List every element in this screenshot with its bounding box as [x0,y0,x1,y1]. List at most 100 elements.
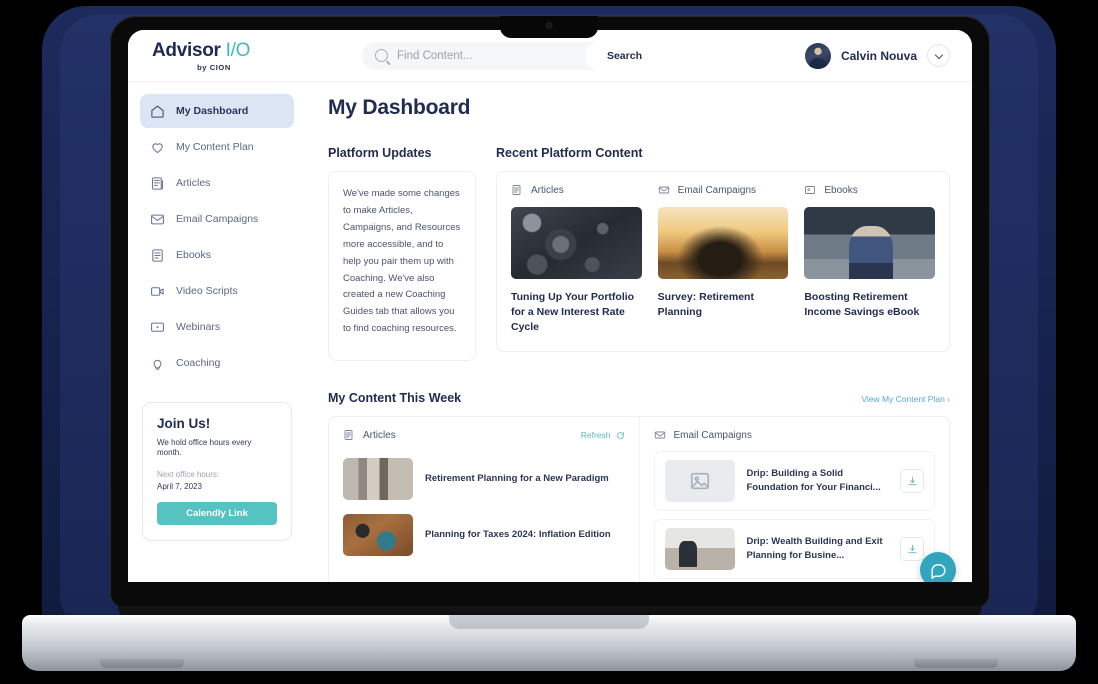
home-icon [150,104,165,119]
content-thumbnail[interactable] [511,207,642,279]
envelope-icon [654,429,666,441]
envelope-icon [658,184,670,196]
my-content-week-heading: My Content This Week [328,391,462,405]
app-body: My Dashboard My Content Plan Articles Em… [128,82,972,582]
list-item[interactable]: Retirement Planning for a New Paradigm [343,451,625,507]
join-us-subtitle: We hold office hours every month. [157,438,252,458]
list-item[interactable]: Planning for Taxes 2024: Inflation Editi… [343,507,625,563]
sidebar-item-label: My Dashboard [176,105,249,117]
logo-word-io: I/O [225,40,251,61]
sidebar-item-label: My Content Plan [176,141,254,153]
chat-bubble-icon [930,563,946,579]
recent-column-email-campaigns: Email Campaigns Survey: Retirement Plann… [657,184,789,335]
avatar [804,42,831,69]
item-title: Drip: Wealth Building and Exit Planning … [746,536,883,561]
article-icon [511,184,523,196]
item-thumbnail [664,528,735,570]
ebook-icon [804,184,816,196]
search-bar: Search [362,41,664,70]
content-thumbnail[interactable] [657,207,789,279]
dashboard-top-row: Platform Updates We've made some changes… [328,146,950,361]
week-column-label: Email Campaigns [673,429,752,441]
refresh-label: Refresh [580,430,611,440]
content-thumbnail[interactable] [804,207,936,279]
recent-content-title[interactable]: Tuning Up Your Portfolio for a New Inter… [511,290,642,335]
video-icon [150,284,165,299]
heart-icon [150,140,165,155]
logo-word-advisor: Advisor [152,40,221,61]
search-icon [375,49,388,62]
week-column-articles: Articles Refresh Retirement Planning for… [329,417,639,582]
sidebar-item-label: Articles [176,177,211,189]
item-title: Retirement Planning for a New Paradigm [425,473,609,485]
platform-updates-heading: Platform Updates [328,146,432,160]
item-thumbnail [343,514,413,556]
week-column-label: Articles [363,429,396,441]
download-button[interactable] [900,469,924,493]
calendly-link-button[interactable]: Calendly Link [157,501,277,525]
sidebar-item-label: Ebooks [176,249,212,261]
item-thumbnail [343,458,413,500]
download-button[interactable] [900,537,924,561]
image-placeholder-icon [664,460,735,502]
sidebar-item-video-scripts[interactable]: Video Scripts [140,274,294,308]
week-column-email-campaigns: Email Campaigns Drip: Building a Solid F… [638,417,950,582]
sidebar-item-label: Email Campaigns [176,213,259,225]
recent-content-title[interactable]: Boosting Retirement Income Savings eBook [804,290,935,320]
platform-updates-body: We've made some changes to make Articles… [343,188,461,335]
refresh-button[interactable]: Refresh [581,430,625,440]
logo-tagline: by CION [197,63,231,72]
recent-column-ebooks: Ebooks Boosting Retirement Income Saving… [804,184,936,335]
list-item[interactable]: Drip: Wealth Building and Exit Planning … [653,519,935,579]
sidebar-item-label: Webinars [176,321,221,333]
refresh-icon [616,431,625,440]
chat-bubble-button[interactable] [920,552,956,582]
my-content-week-header: My Content This Week View My Content Pla… [328,391,950,405]
platform-updates-section: Platform Updates We've made some changes… [328,146,476,361]
laptop-base [22,615,1076,671]
recent-platform-content-heading: Recent Platform Content [496,146,643,160]
laptop-mockup: Advisor I/O by CION Search Calvin Nouva [0,0,1098,684]
article-icon [150,176,165,191]
main-content: My Dashboard Platform Updates We've made… [304,82,972,582]
camera-icon [545,22,553,29]
list-item[interactable]: Drip: Building a Solid Foundation for Yo… [653,451,935,511]
sidebar-item-webinars[interactable]: Webinars [140,310,294,344]
recent-column-articles: Articles Tuning Up Your Portfolio for a … [511,184,642,335]
page-title: My Dashboard [328,96,471,119]
view-my-content-plan-link[interactable]: View My Content Plan › [861,394,950,404]
laptop-base-notch [449,615,649,629]
lightbulb-icon [150,356,165,371]
recent-platform-content-panel: Articles Tuning Up Your Portfolio for a … [496,171,950,352]
envelope-icon [150,212,165,227]
recent-column-label: Articles [531,184,564,196]
chevron-down-icon [934,50,943,59]
user-dropdown-button[interactable] [927,44,950,67]
app-logo[interactable]: Advisor I/O by CION [152,39,298,72]
item-title: Drip: Building a Solid Foundation for Yo… [746,468,881,493]
next-office-hours-label: Next office hours: [157,469,220,479]
search-button[interactable]: Search [584,41,664,70]
recent-column-label: Email Campaigns [677,184,757,196]
article-icon [343,429,355,441]
sidebar-item-coaching[interactable]: Coaching [140,346,294,380]
sidebar-item-articles[interactable]: Articles [140,166,294,200]
sidebar-item-my-dashboard[interactable]: My Dashboard [140,94,294,128]
item-title: Planning for Taxes 2024: Inflation Editi… [425,529,611,541]
sidebar-item-my-content-plan[interactable]: My Content Plan [140,130,294,164]
sidebar-item-ebooks[interactable]: Ebooks [140,238,294,272]
app-screen: Advisor I/O by CION Search Calvin Nouva [128,30,972,582]
recent-column-label: Ebooks [824,184,858,196]
next-office-hours-date: April 7, 2023 [157,481,202,491]
sidebar-item-email-campaigns[interactable]: Email Campaigns [140,202,294,236]
webinar-icon [150,320,165,335]
join-us-title: Join Us! [157,416,211,431]
recent-content-title[interactable]: Survey: Retirement Planning [658,290,789,320]
screen-notch [500,16,598,38]
platform-updates-panel: We've made some changes to make Articles… [328,171,476,361]
sidebar-item-label: Coaching [176,357,221,369]
ebook-icon [150,248,165,263]
laptop-foot-right [914,659,998,668]
user-menu[interactable]: Calvin Nouva [804,42,950,69]
laptop-foot-left [100,659,184,668]
